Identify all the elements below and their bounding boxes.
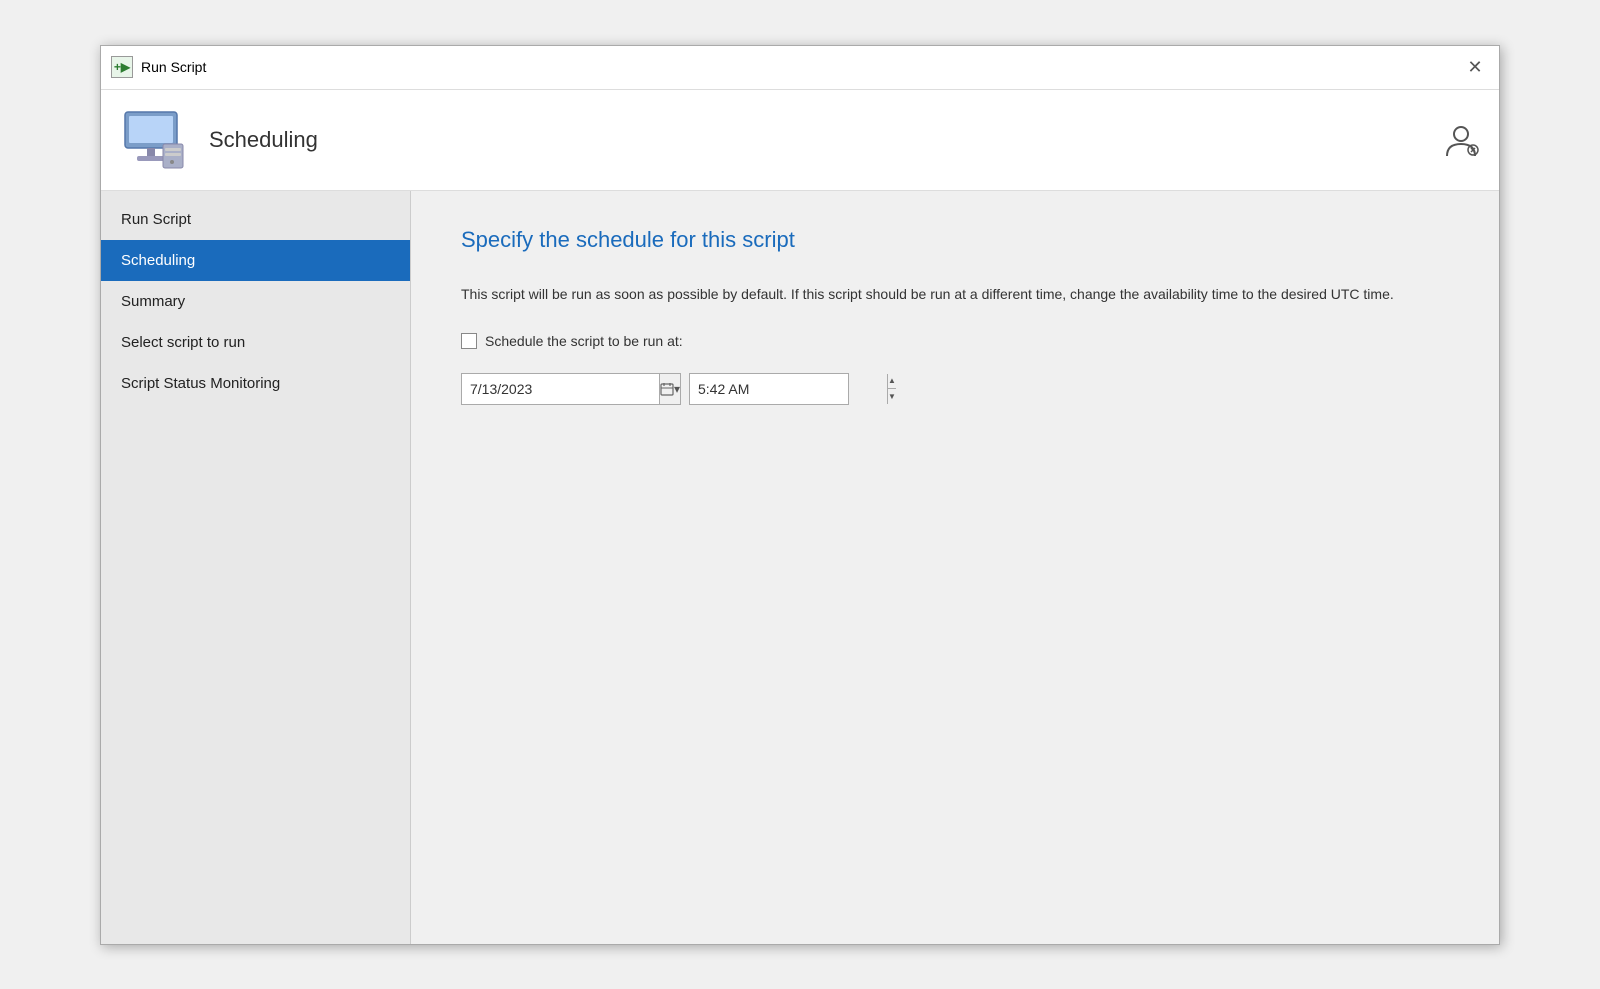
date-time-row: ▾ ▲ ▼ — [461, 373, 1449, 405]
time-decrement-button[interactable]: ▼ — [888, 389, 896, 404]
time-increment-button[interactable]: ▲ — [888, 374, 896, 390]
dialog-window: +▶ Run Script ✕ — [100, 45, 1500, 945]
run-script-icon: +▶ — [111, 56, 133, 78]
sidebar: Run Script Scheduling Summary Select scr… — [101, 191, 411, 944]
calendar-button[interactable] — [659, 374, 674, 404]
schedule-checkbox[interactable] — [461, 333, 477, 349]
time-field: ▲ ▼ — [689, 373, 849, 405]
date-input[interactable] — [462, 377, 659, 401]
sidebar-item-script-status[interactable]: Script Status Monitoring — [101, 363, 410, 404]
schedule-checkbox-label[interactable]: Schedule the script to be run at: — [461, 333, 683, 349]
date-dropdown-button[interactable]: ▾ — [674, 374, 680, 404]
close-button[interactable]: ✕ — [1461, 53, 1489, 81]
sidebar-item-select-script[interactable]: Select script to run — [101, 322, 410, 363]
sidebar-item-run-script[interactable]: Run Script — [101, 199, 410, 240]
section-title: Specify the schedule for this script — [461, 227, 1449, 253]
description-text: This script will be run as soon as possi… — [461, 283, 1421, 305]
sidebar-item-summary[interactable]: Summary — [101, 281, 410, 322]
time-spinner: ▲ ▼ — [887, 374, 896, 404]
user-icon — [1443, 122, 1479, 158]
main-content: Specify the schedule for this script Thi… — [411, 191, 1499, 944]
dialog-title: Run Script — [141, 59, 206, 75]
date-field: ▾ — [461, 373, 681, 405]
title-bar: +▶ Run Script ✕ — [101, 46, 1499, 90]
schedule-row: Schedule the script to be run at: — [461, 333, 1449, 349]
computer-icon — [121, 106, 189, 174]
header-title: Scheduling — [209, 127, 318, 153]
time-input[interactable] — [690, 377, 887, 401]
title-bar-left: +▶ Run Script — [111, 56, 206, 78]
sidebar-item-scheduling[interactable]: Scheduling — [101, 240, 410, 281]
header-left: Scheduling — [121, 106, 318, 174]
body-area: Run Script Scheduling Summary Select scr… — [101, 191, 1499, 944]
header-area: Scheduling — [101, 90, 1499, 191]
